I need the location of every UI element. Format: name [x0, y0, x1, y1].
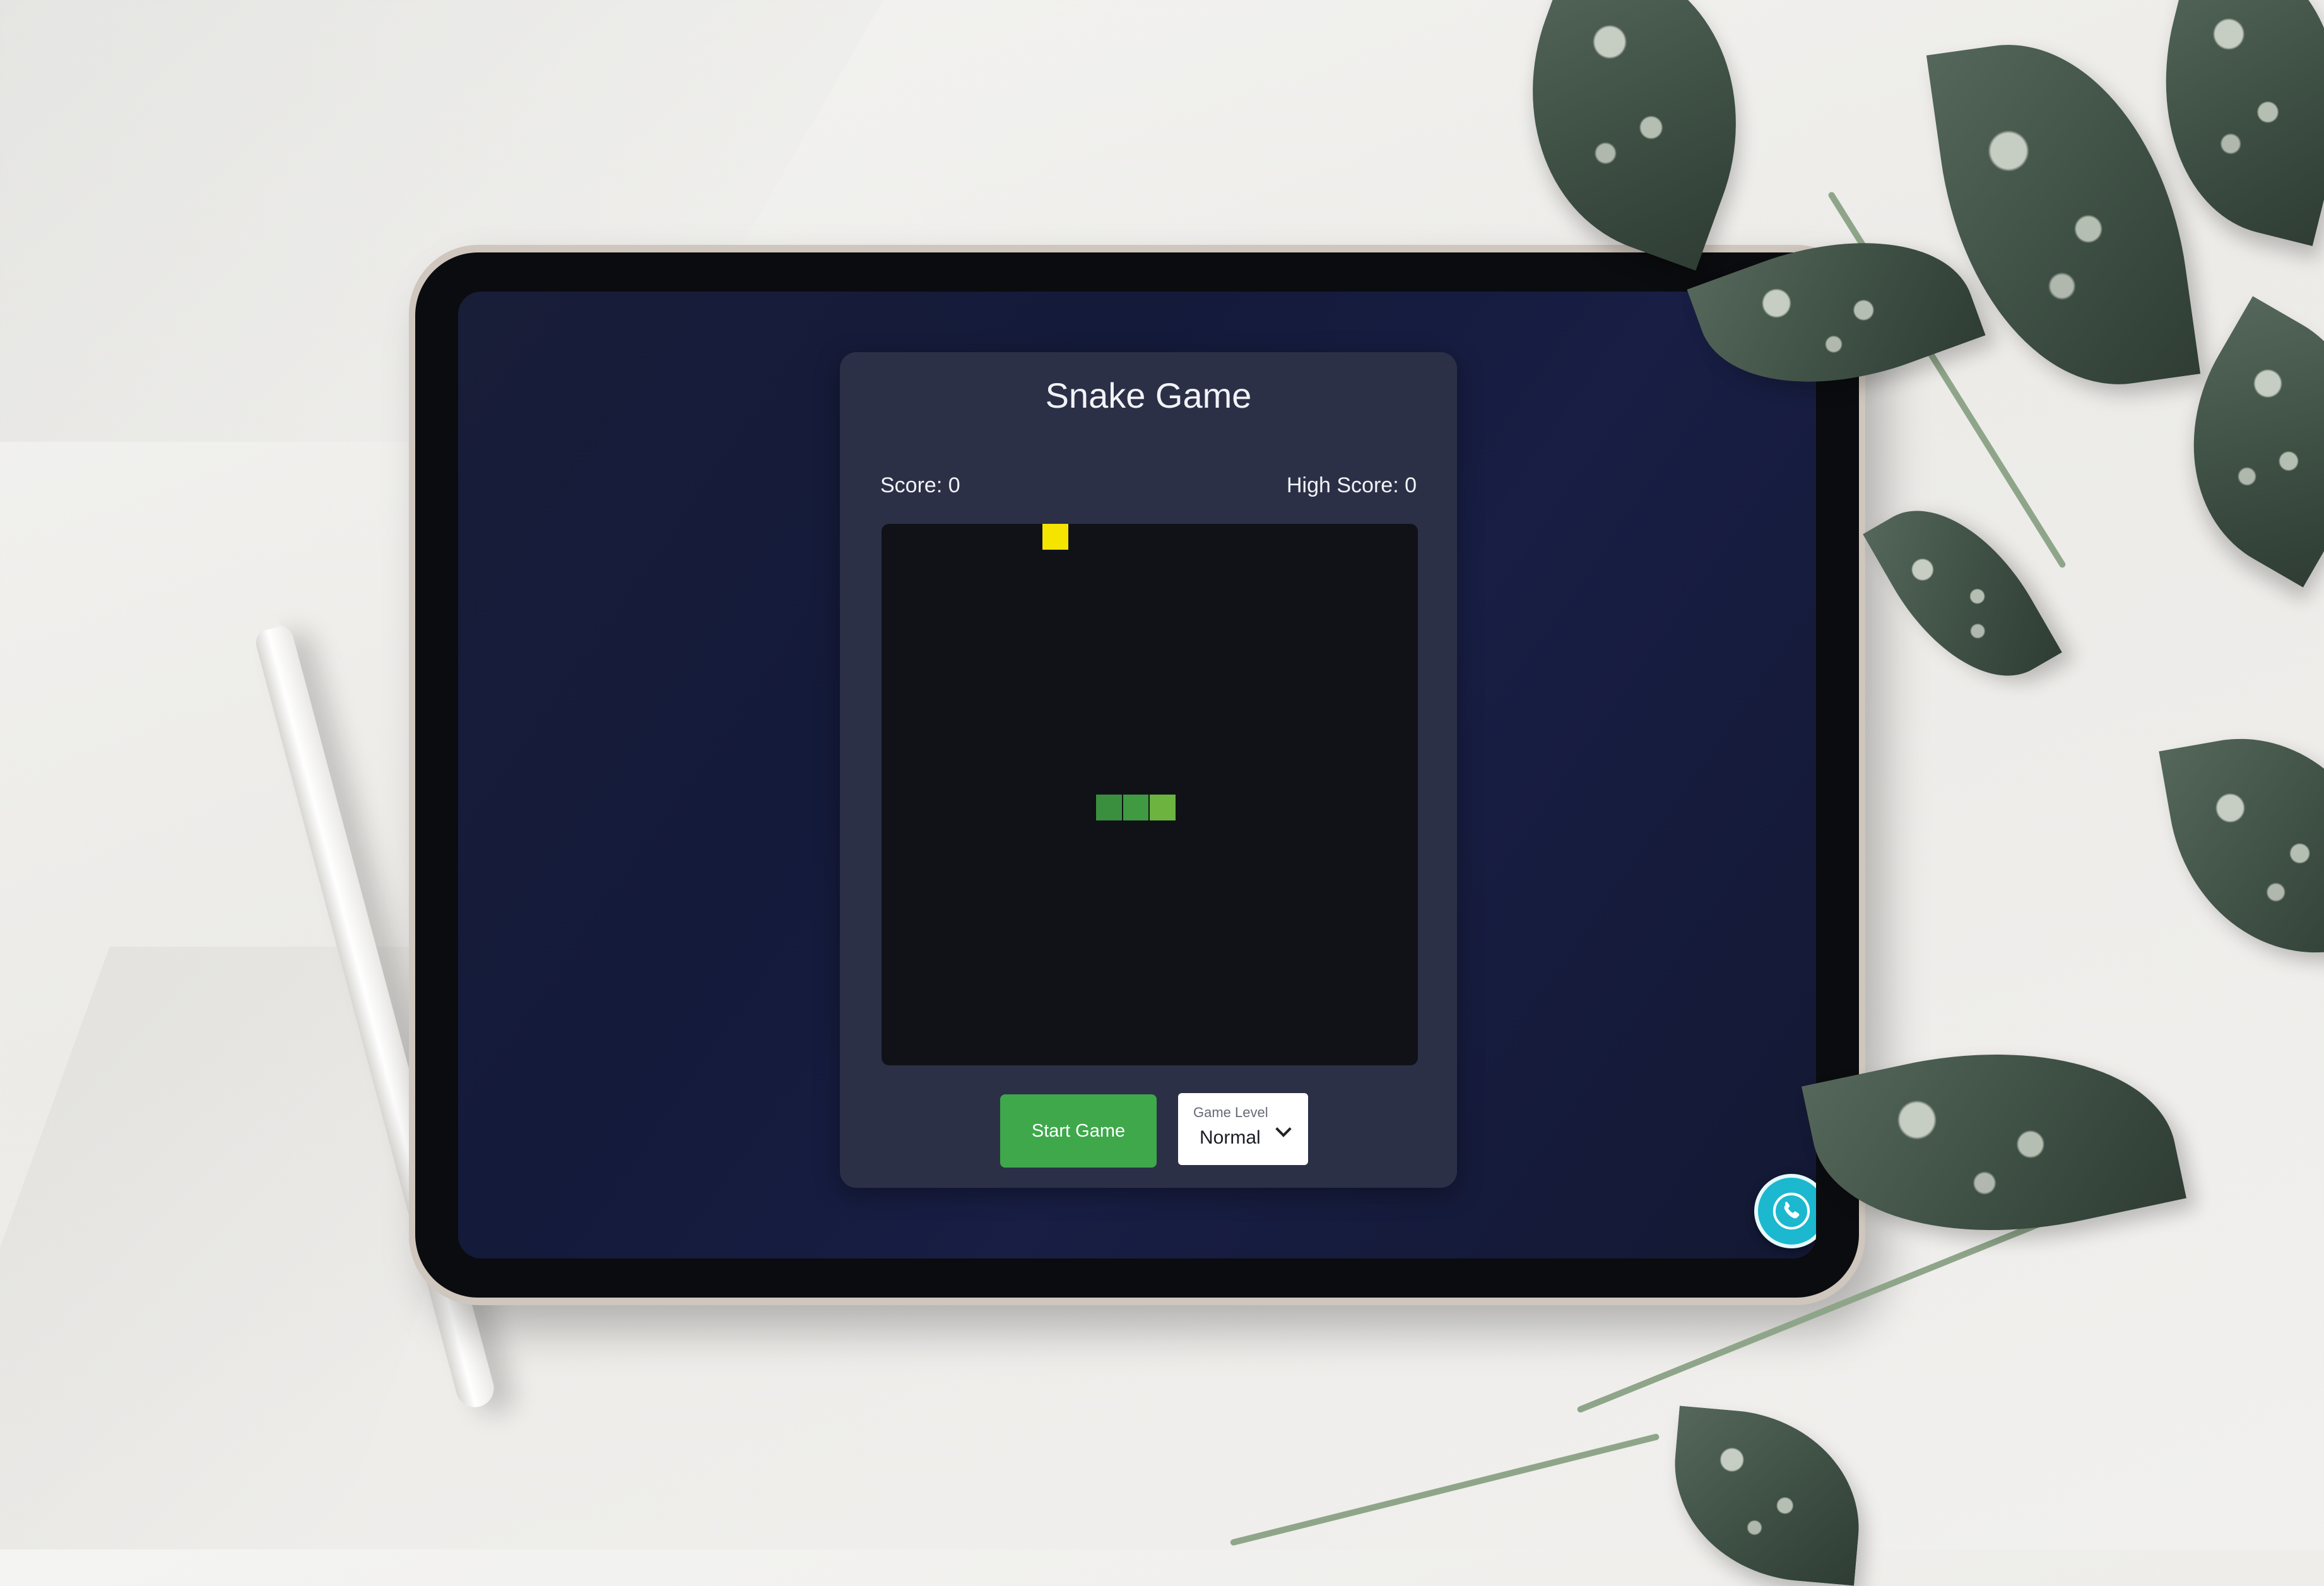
call-button[interactable] [1754, 1174, 1816, 1248]
score-label: Score: 0 [880, 473, 960, 497]
high-score-label: High Score: 0 [1287, 473, 1417, 497]
chevron-down-icon [1275, 1121, 1292, 1137]
tablet-screen: Snake Game Score: 0 High Score: 0 Start … [458, 292, 1816, 1258]
game-level-select[interactable]: Game Level Normal [1178, 1093, 1308, 1165]
plant-leaf [2159, 716, 2324, 976]
snake-segment [1096, 795, 1122, 820]
phone-icon [1772, 1192, 1810, 1230]
plant-leaf [1482, 0, 1786, 271]
plant-leaf [1665, 1406, 1868, 1586]
game-card: Snake Game Score: 0 High Score: 0 Start … [840, 352, 1457, 1188]
game-level-label: Game Level [1193, 1104, 1268, 1120]
start-game-button[interactable]: Start Game [1000, 1094, 1157, 1168]
plant-leaf [1926, 23, 2201, 406]
tablet-device: Snake Game Score: 0 High Score: 0 Start … [409, 245, 1865, 1305]
stylus-tip [251, 587, 281, 632]
snake-segment [1123, 795, 1148, 820]
tablet-bezel: Snake Game Score: 0 High Score: 0 Start … [415, 252, 1859, 1298]
game-level-value: Normal [1200, 1127, 1261, 1148]
game-title: Snake Game [1045, 376, 1252, 415]
plant-stem [1229, 1433, 1660, 1546]
food-cell [1042, 524, 1068, 550]
snake-segment [1150, 795, 1176, 820]
game-board[interactable] [882, 524, 1418, 1065]
